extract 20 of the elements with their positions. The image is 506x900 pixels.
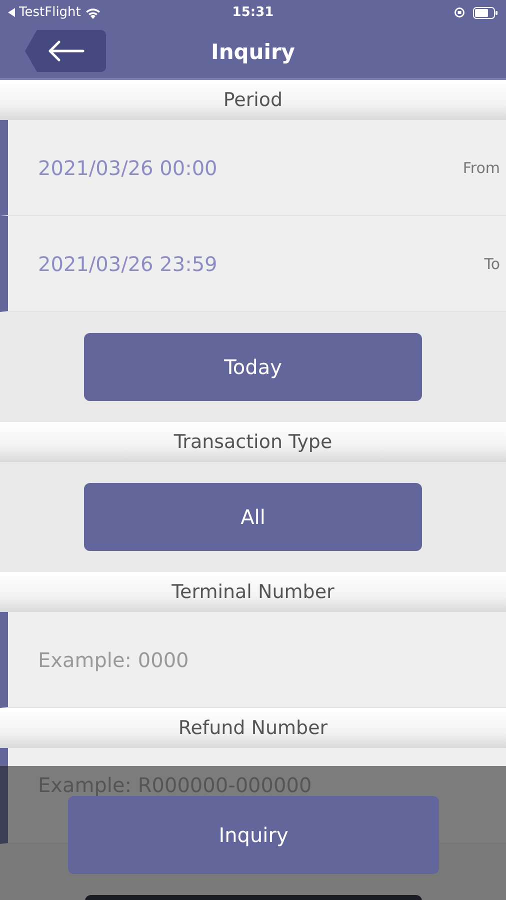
back-triangle-icon[interactable] (8, 8, 15, 17)
status-time: 15:31 (231, 5, 275, 20)
back-arrow-icon (46, 40, 84, 62)
field-label: From (462, 158, 500, 176)
input-field[interactable]: 2021/03/26 23:59 (38, 252, 484, 276)
wifi-icon (84, 6, 101, 18)
section-header: Transaction Type (0, 422, 506, 462)
section-header: Period (0, 80, 506, 120)
input-field[interactable]: 2021/03/26 00:00 (38, 156, 463, 180)
inquiry-button[interactable]: Inquiry (68, 796, 439, 874)
back-button[interactable] (25, 30, 106, 72)
field-label: To (484, 254, 500, 272)
lock-rotation-icon (454, 7, 465, 18)
back-app-link[interactable]: TestFlight (19, 5, 81, 20)
option-button[interactable]: All (84, 483, 422, 551)
battery-icon (472, 6, 498, 18)
page-title: Inquiry (211, 40, 295, 64)
option-button[interactable]: Today (84, 333, 422, 401)
section-header: Refund Number (0, 708, 506, 748)
section-header: Terminal Number (0, 572, 506, 612)
